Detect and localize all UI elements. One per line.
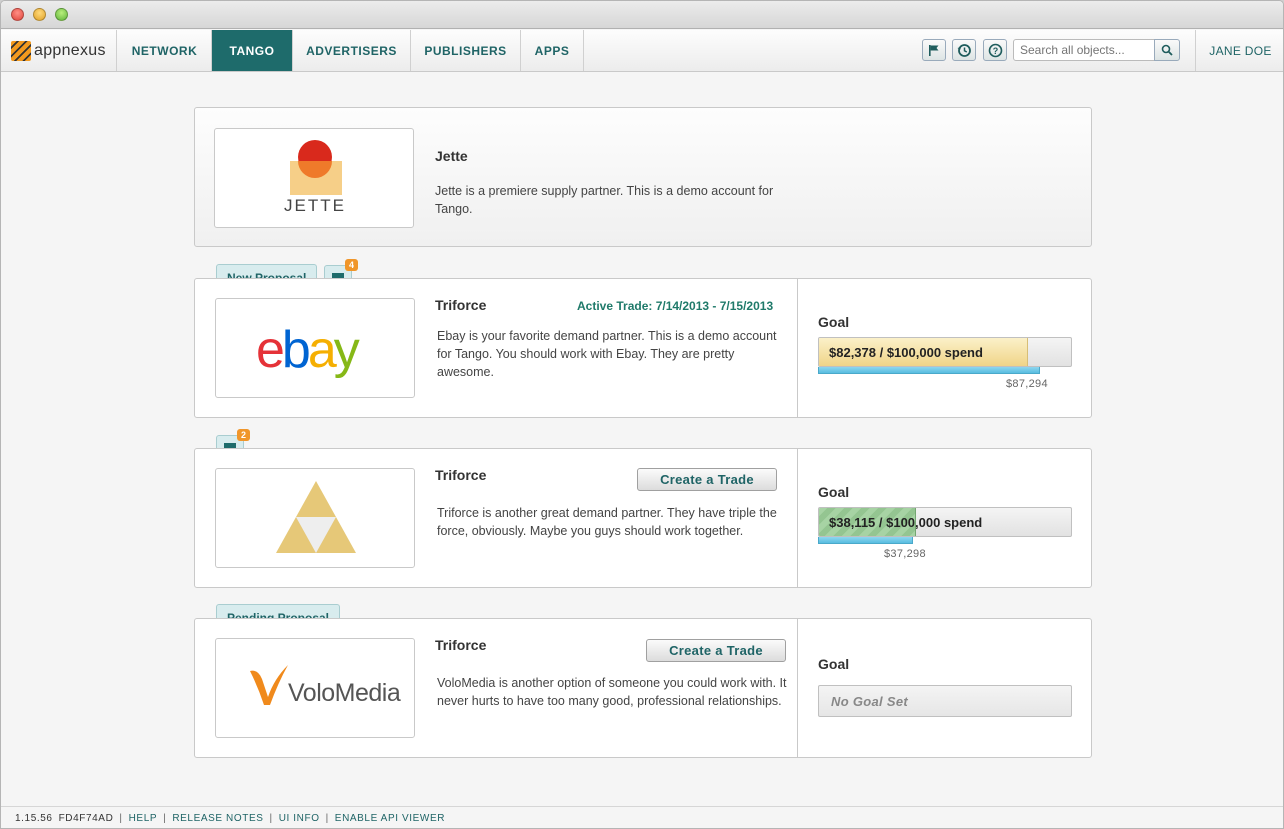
ui-info-link[interactable]: UI INFO [279,813,320,824]
goal-progress-text: $82,378 / $100,000 spend [829,345,983,360]
jette-logo: JETTE [214,128,414,228]
build-id: FD4F74AD [58,813,114,824]
help-button[interactable]: ? [983,39,1007,61]
create-trade-button[interactable]: Create a Trade [646,639,786,662]
footer-separator: | [325,813,329,824]
goal-panel: Goal $38,115 / $100,000 spend $37,298 [797,449,1092,587]
svg-text:ebay: ebay [256,321,360,379]
goal-progress-text: $38,115 / $100,000 spend [829,515,983,530]
partner-description: Jette is a premiere supply partner. This… [435,184,774,216]
top-navbar: appnexus NETWORK TANGO ADVERTISERS PUBLI… [1,30,1283,72]
pace-value: $37,298 [884,548,926,560]
partner-description: VoloMedia is another option of someone y… [437,676,787,708]
svg-text:?: ? [992,46,998,56]
comment-count-badge: 2 [237,429,250,441]
search-input[interactable] [1013,39,1155,61]
ebay-logo: ebay [215,298,415,398]
partner-card: ebay Triforce Active Trade: 7/14/2013 - … [194,278,1092,418]
flag-icon [929,44,939,56]
create-trade-button[interactable]: Create a Trade [637,468,777,491]
partner-description: Ebay is your favorite demand partner. Th… [437,329,777,379]
footer-separator: | [163,813,167,824]
triforce-logo [215,468,415,568]
enable-api-viewer-link[interactable]: ENABLE API VIEWER [335,813,445,824]
nav-advertisers[interactable]: ADVERTISERS [293,30,411,71]
header-partner-card: JETTE Jette Jette is a premiere supply p… [194,107,1092,247]
jette-logo-text: JETTE [284,196,346,215]
active-trade-dates: Active Trade: 7/14/2013 - 7/15/2013 [577,299,774,313]
goal-label: Goal [818,484,850,500]
partner-card: Triforce Create a Trade Triforce is anot… [194,448,1092,588]
partner-name: Jette [435,148,468,164]
title-bar [1,1,1283,29]
close-window-button[interactable] [11,8,24,21]
release-notes-link[interactable]: RELEASE NOTES [172,813,263,824]
triforce-logo-mark [276,481,356,553]
partner-card: VoloMedia Triforce Create a Trade VoloMe… [194,618,1092,758]
partner-description: Triforce is another great demand partner… [437,506,777,538]
appnexus-logo[interactable]: appnexus [1,30,117,71]
goal-panel: Goal $82,378 / $100,000 spend $87,294 [797,279,1092,417]
nav-apps[interactable]: APPS [521,30,584,71]
pace-bar [818,367,1040,374]
version-number: 1.15.56 [15,813,53,824]
comment-count-badge: 4 [345,259,358,271]
pace-value: $87,294 [1006,378,1048,390]
minimize-window-button[interactable] [33,8,46,21]
partner-name: Triforce [435,637,487,653]
appnexus-logo-mark-icon [11,40,31,61]
history-button[interactable] [952,39,976,61]
nav-tango[interactable]: TANGO [212,30,293,71]
volomedia-logo: VoloMedia [215,638,415,738]
logo-text: appnexus [34,41,106,59]
nav-network[interactable]: NETWORK [118,30,212,71]
partner-name: Triforce [435,467,487,483]
user-menu[interactable]: JANE DOE [1195,30,1283,71]
no-goal-field: No Goal Set [818,685,1072,717]
footer-separator: | [119,813,123,824]
goal-label: Goal [818,656,850,672]
app-window: appnexus NETWORK TANGO ADVERTISERS PUBLI… [0,0,1284,829]
footer: 1.15.56 FD4F74AD | HELP | RELEASE NOTES … [1,806,1283,828]
ebay-logo-mark: ebay [256,321,363,379]
goal-label: Goal [818,314,850,330]
search-button[interactable] [1154,39,1180,61]
goal-progress-bar: $38,115 / $100,000 spend [818,507,1072,537]
volomedia-logo-text: VoloMedia [288,679,401,707]
goal-panel: Goal No Goal Set [797,619,1092,757]
history-icon [957,43,971,57]
partner-name: Triforce [435,297,487,313]
pace-bar [818,537,913,544]
help-icon: ? [988,43,1002,57]
search-icon [1161,44,1173,56]
help-link[interactable]: HELP [129,813,158,824]
nav-publishers[interactable]: PUBLISHERS [411,30,521,71]
goal-progress-bar: $82,378 / $100,000 spend [818,337,1072,367]
zoom-window-button[interactable] [55,8,68,21]
footer-separator: | [269,813,273,824]
flag-button[interactable] [922,39,946,61]
